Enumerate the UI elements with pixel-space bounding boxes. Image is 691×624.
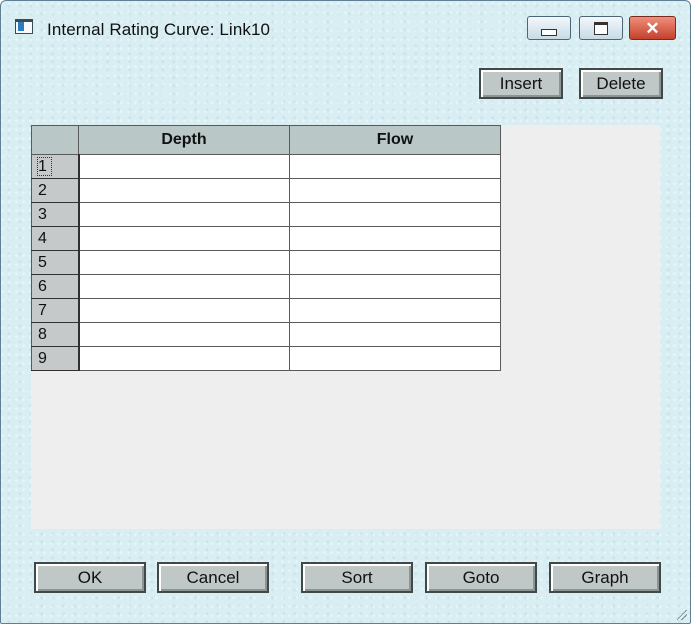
row-number-label: 1	[37, 156, 52, 176]
row-number[interactable]: 3	[31, 202, 80, 227]
flow-cell[interactable]	[289, 202, 501, 227]
row-number[interactable]: 8	[31, 322, 80, 347]
title-bar[interactable]: Internal Rating Curve: Link10 ✕	[1, 1, 690, 43]
column-header-flow[interactable]: Flow	[289, 125, 501, 155]
app-window-icon[interactable]	[15, 19, 33, 34]
table-row: 8	[31, 322, 501, 347]
table-row: 2	[31, 178, 501, 203]
depth-cell[interactable]	[78, 226, 290, 251]
flow-cell[interactable]	[289, 322, 501, 347]
depth-cell[interactable]	[78, 298, 290, 323]
depth-cell[interactable]	[78, 202, 290, 227]
flow-cell[interactable]	[289, 298, 501, 323]
window-title: Internal Rating Curve: Link10	[47, 20, 271, 39]
rating-curve-table: Depth Flow 1 2 3 4 5 6 7 8 9	[31, 125, 501, 371]
row-number[interactable]: 1	[31, 154, 80, 179]
goto-button[interactable]: Goto	[425, 562, 537, 593]
flow-cell[interactable]	[289, 154, 501, 179]
resize-grip-icon[interactable]	[677, 610, 687, 620]
close-icon: ✕	[645, 18, 660, 38]
column-header-depth[interactable]: Depth	[78, 125, 290, 155]
depth-cell[interactable]	[78, 250, 290, 275]
table-row: 3	[31, 202, 501, 227]
depth-cell[interactable]	[78, 178, 290, 203]
depth-cell[interactable]	[78, 322, 290, 347]
flow-cell[interactable]	[289, 178, 501, 203]
sort-button[interactable]: Sort	[301, 562, 413, 593]
ok-button[interactable]: OK	[34, 562, 146, 593]
close-button[interactable]: ✕	[629, 16, 676, 40]
rating-curve-dialog: Internal Rating Curve: Link10 ✕ Insert D…	[0, 0, 691, 624]
flow-cell[interactable]	[289, 226, 501, 251]
delete-button[interactable]: Delete	[579, 68, 663, 99]
flow-cell[interactable]	[289, 346, 501, 371]
table-row: 6	[31, 274, 501, 299]
minimize-icon	[541, 28, 557, 36]
flow-cell[interactable]	[289, 274, 501, 299]
row-number[interactable]: 7	[31, 298, 80, 323]
row-number[interactable]: 2	[31, 178, 80, 203]
cancel-button[interactable]: Cancel	[157, 562, 269, 593]
maximize-button[interactable]	[579, 16, 623, 40]
depth-cell[interactable]	[78, 346, 290, 371]
row-number[interactable]: 9	[31, 346, 80, 371]
depth-cell[interactable]	[78, 274, 290, 299]
graph-button[interactable]: Graph	[549, 562, 661, 593]
table-row: 4	[31, 226, 501, 251]
maximize-icon	[594, 21, 608, 35]
table-row: 5	[31, 250, 501, 275]
table-header-row: Depth Flow	[31, 125, 501, 155]
table-row: 9	[31, 346, 501, 371]
minimize-button[interactable]	[527, 16, 571, 40]
table-row: 7	[31, 298, 501, 323]
depth-cell[interactable]	[78, 154, 290, 179]
table-row: 1	[31, 154, 501, 179]
flow-cell[interactable]	[289, 250, 501, 275]
row-number[interactable]: 4	[31, 226, 80, 251]
row-number[interactable]: 6	[31, 274, 80, 299]
table-corner-cell[interactable]	[31, 125, 79, 155]
grid-panel: Depth Flow 1 2 3 4 5 6 7 8 9	[31, 125, 660, 529]
insert-button[interactable]: Insert	[479, 68, 563, 99]
row-number[interactable]: 5	[31, 250, 80, 275]
